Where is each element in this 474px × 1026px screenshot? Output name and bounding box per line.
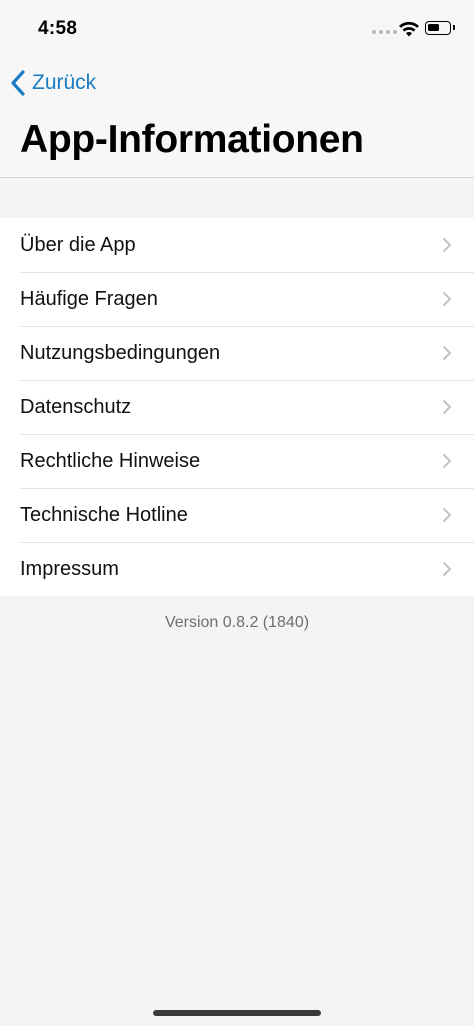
home-indicator[interactable] [153,1010,321,1016]
list-item-label: Über die App [20,233,136,256]
status-bar: 4:58 [0,0,474,58]
list-item-technische-hotline[interactable]: Technische Hotline [0,488,474,542]
chevron-left-icon [11,70,25,96]
chevron-right-icon [443,238,451,252]
chevron-right-icon [443,292,451,306]
list-item-ueber-die-app[interactable]: Über die App [0,218,474,272]
screen: 4:58 Zurück App-Informationen Über die A… [0,0,474,1026]
chevron-right-icon [443,400,451,414]
version-label: Version 0.8.2 (1840) [164,614,310,631]
list-item-label: Datenschutz [20,395,132,418]
back-button[interactable]: Zurück [10,68,96,98]
battery-icon [425,21,451,35]
page-title: App-Informationen [20,118,364,161]
list-item-label: Nutzungsbedingungen [20,341,221,364]
list-item-label: Technische Hotline [20,503,188,526]
list-item-impressum[interactable]: Impressum [0,542,474,596]
chevron-right-icon [443,562,451,576]
list-item-label: Rechtliche Hinweise [20,449,201,472]
list-item-label: Impressum [20,557,119,580]
chevron-right-icon [443,454,451,468]
back-button-label: Zurück [32,71,97,94]
list-item-nutzungsbedingungen[interactable]: Nutzungsbedingungen [0,326,474,380]
navigation-header: Zurück App-Informationen [0,58,474,178]
list-item-label: Häufige Fragen [20,287,158,310]
list-item-haeufige-fragen[interactable]: Häufige Fragen [0,272,474,326]
wifi-icon [399,21,419,37]
signal-icon [372,30,397,34]
battery-cap [453,25,455,30]
chevron-right-icon [443,346,451,360]
status-time: 4:58 [38,18,78,39]
chevron-right-icon [443,508,451,522]
info-list: Über die App Häufige Fragen Nutzungsbedi… [0,218,474,596]
list-item-datenschutz[interactable]: Datenschutz [0,380,474,434]
list-item-rechtliche-hinweise[interactable]: Rechtliche Hinweise [0,434,474,488]
